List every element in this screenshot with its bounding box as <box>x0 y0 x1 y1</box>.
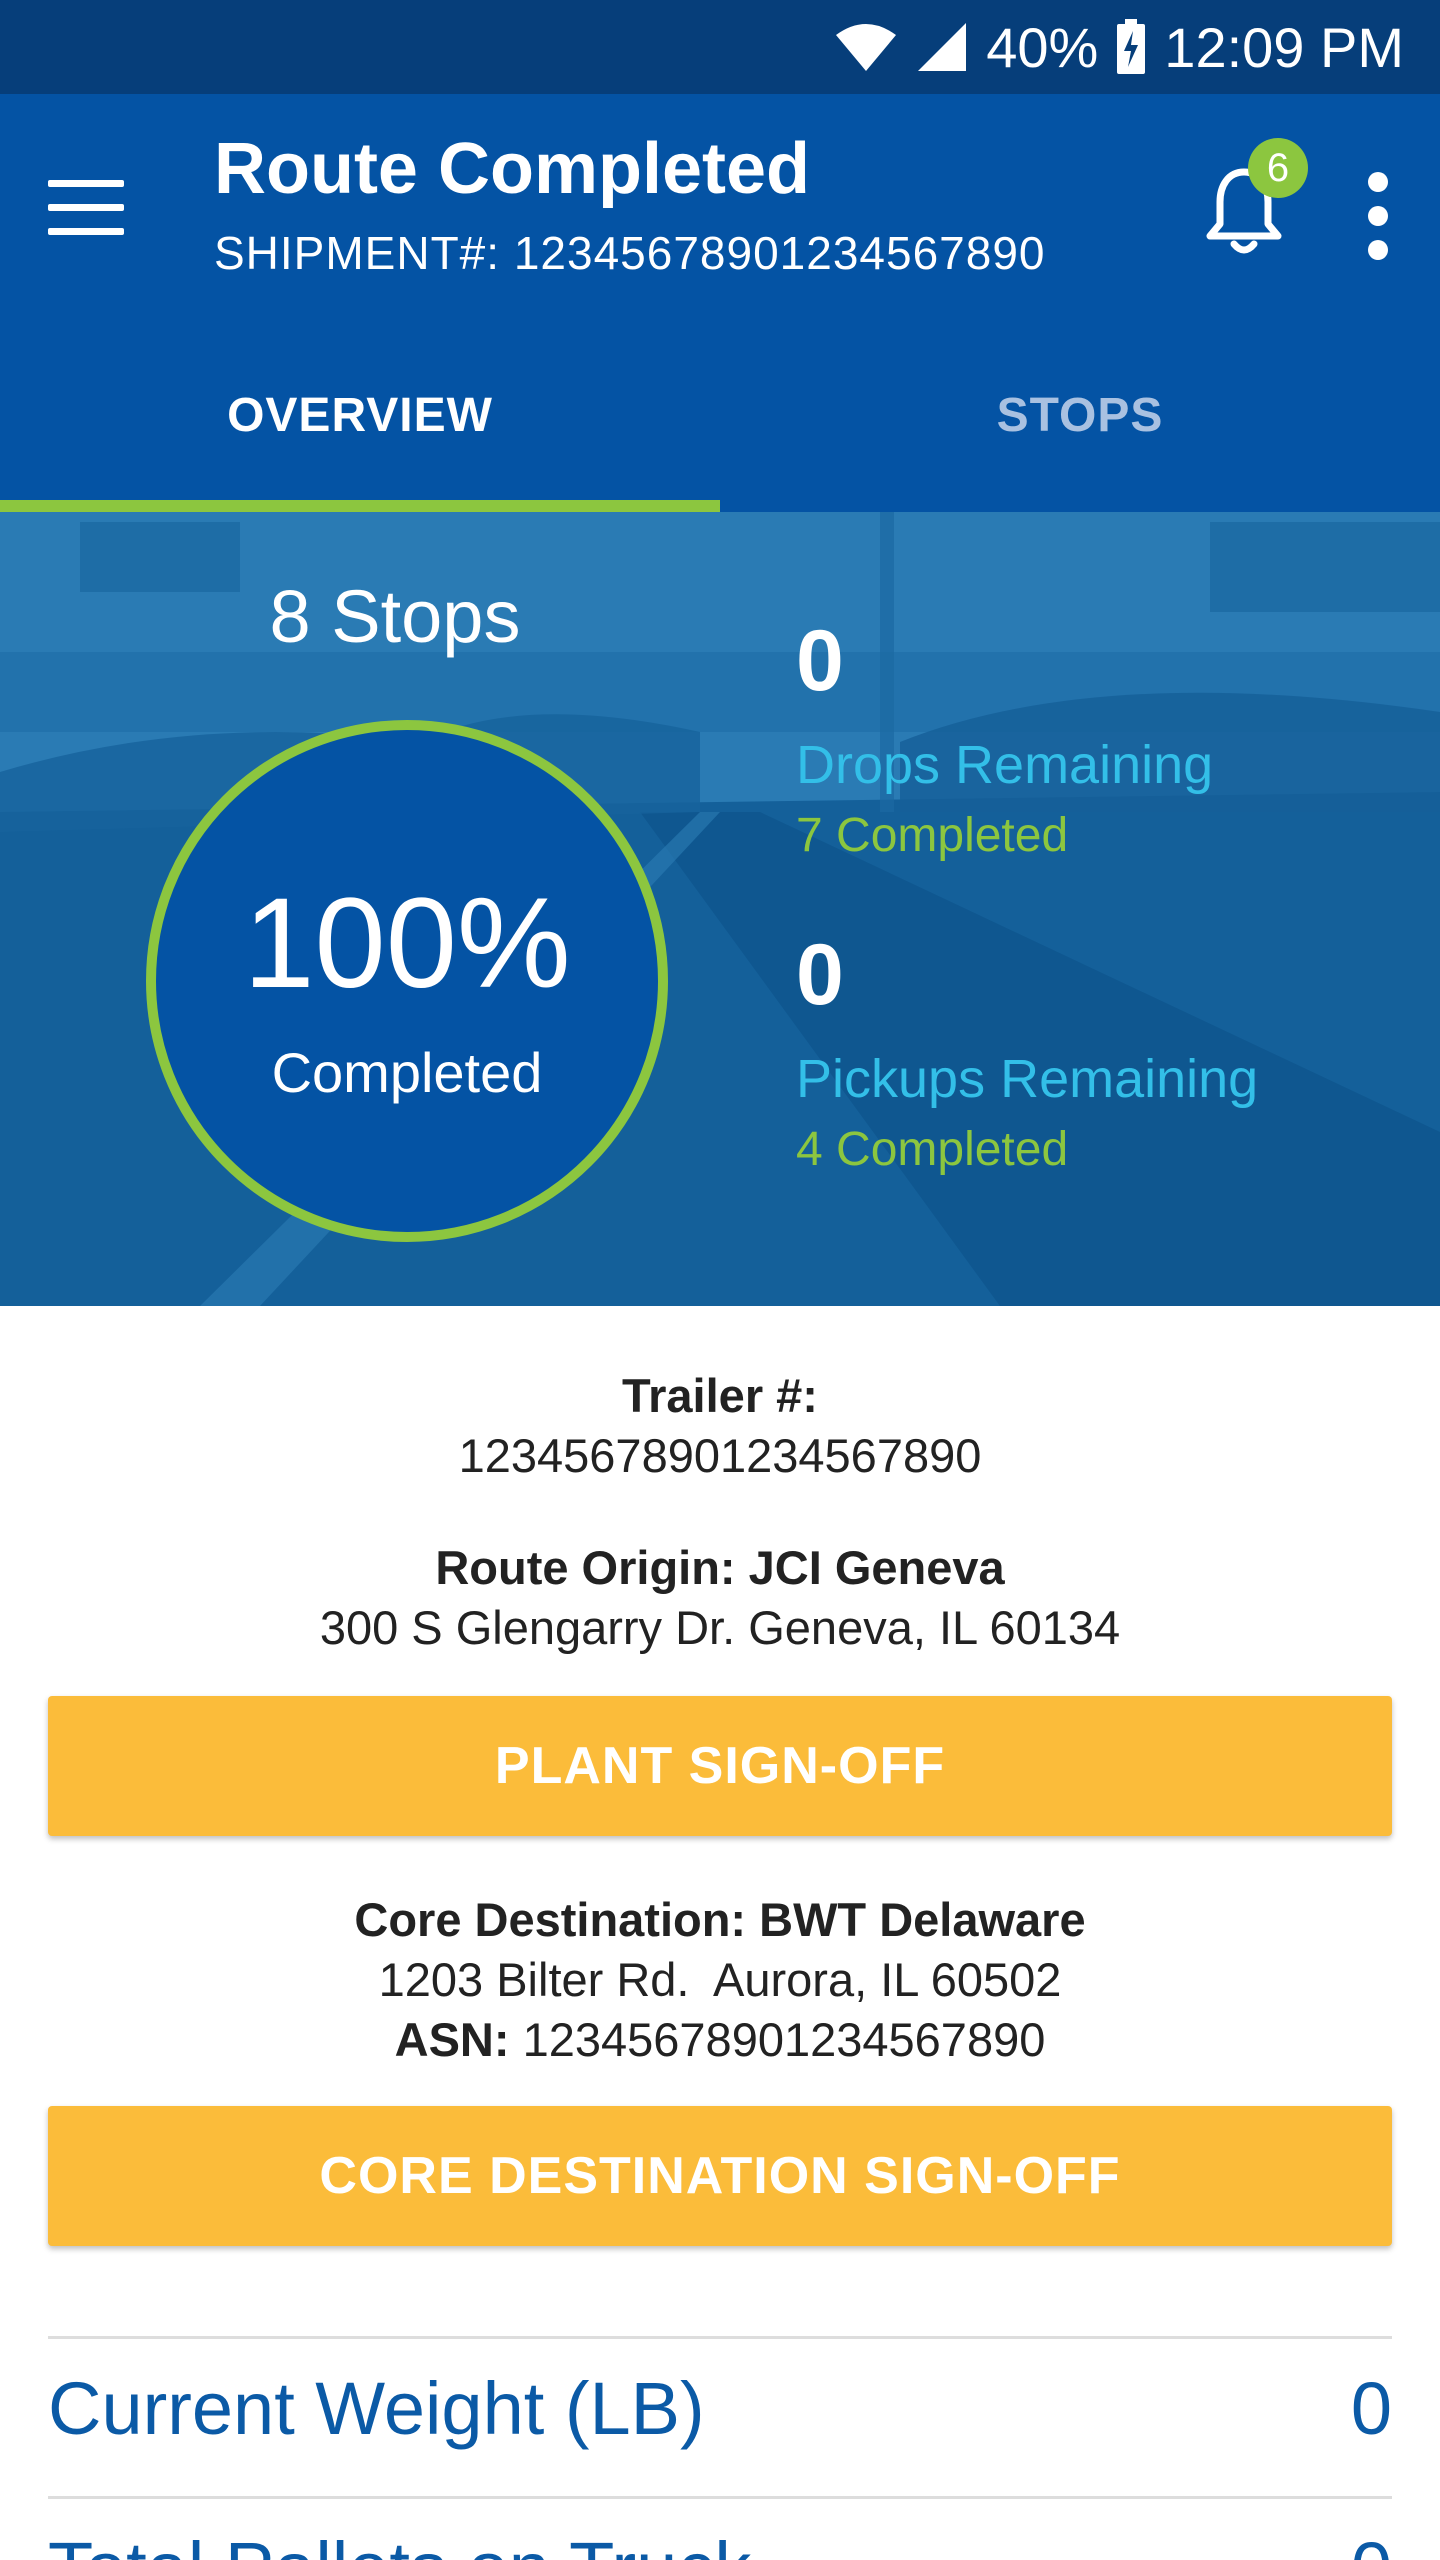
battery-percent: 40% <box>986 15 1099 79</box>
active-tab-indicator <box>0 500 720 512</box>
completion-percent: 100% <box>243 872 571 1015</box>
pickups-remaining-count: 0 <box>796 927 844 1023</box>
divider <box>48 2496 1392 2499</box>
pickups-remaining-label: Pickups Remaining <box>796 1049 1259 1109</box>
wifi-icon <box>834 21 898 73</box>
shipment-number: SHIPMENT#: 12345678901234567890 <box>214 227 1046 279</box>
app-screen: 40% 12:09 PM Route Completed SHIPMENT#: … <box>0 0 1440 2560</box>
total-pallets-label: Total Pallets on Truck <box>48 2526 751 2560</box>
tab-bar: OVERVIEW STOPS <box>0 320 1440 512</box>
drops-remaining-label: Drops Remaining <box>796 735 1214 795</box>
route-origin: Route Origin: JCI Geneva <box>435 1541 1005 1594</box>
cell-signal-icon <box>916 21 968 73</box>
menu-icon[interactable] <box>48 180 126 236</box>
clock: 12:09 PM <box>1164 15 1404 79</box>
current-weight-label: Current Weight (LB) <box>48 2367 705 2450</box>
core-destination-sign-off-button[interactable]: CORE DESTINATION SIGN-OFF <box>48 2106 1392 2246</box>
completion-label: Completed <box>271 1041 543 1104</box>
divider <box>48 2336 1392 2339</box>
completion-ring: 100% Completed <box>146 720 668 1242</box>
trailer-label: Trailer #: <box>622 1369 818 1422</box>
page-title: Route Completed <box>214 129 811 209</box>
more-options-icon[interactable] <box>1364 172 1392 262</box>
current-weight-value: 0 <box>1350 2367 1392 2450</box>
drops-completed: 7 Completed <box>796 809 1069 862</box>
asn-line: ASN: 12345678901234567890 <box>0 2012 1440 2067</box>
total-stops: 8 Stops <box>269 575 521 658</box>
core-destination: Core Destination: BWT Delaware <box>354 1893 1086 1946</box>
route-overview-panel: 8 Stops 100% Completed 0 Drops Remaining… <box>0 512 1440 1306</box>
drops-remaining-count: 0 <box>796 613 844 709</box>
asn-label: ASN: <box>394 2013 510 2066</box>
destination-address: 1203 Bilter Rd. Aurora, IL 60502 <box>378 1953 1062 2006</box>
status-bar: 40% 12:09 PM <box>0 0 1440 94</box>
origin-address: 300 S Glengarry Dr. Geneva, IL 60134 <box>319 1601 1121 1654</box>
tab-overview[interactable]: OVERVIEW <box>0 320 720 512</box>
total-pallets-value: 0 <box>1351 2526 1392 2560</box>
battery-charging-icon <box>1116 19 1146 75</box>
app-bar: Route Completed SHIPMENT#: 1234567890123… <box>0 94 1440 320</box>
asn-value: 12345678901234567890 <box>522 2013 1046 2066</box>
plant-sign-off-button[interactable]: PLANT SIGN-OFF <box>48 1696 1392 1836</box>
trailer-number: 12345678901234567890 <box>458 1429 982 1482</box>
pickups-completed: 4 Completed <box>796 1123 1069 1176</box>
tab-stops[interactable]: STOPS <box>720 320 1440 512</box>
notification-badge: 6 <box>1248 138 1308 198</box>
